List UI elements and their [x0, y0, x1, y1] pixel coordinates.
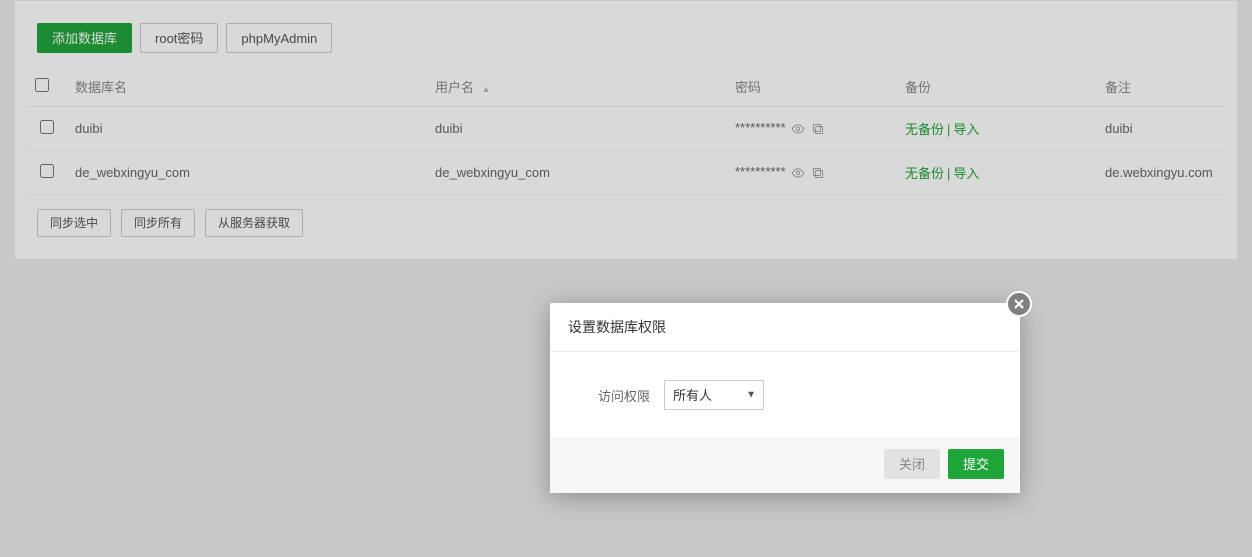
close-icon[interactable]: [1006, 291, 1032, 317]
access-permission-select[interactable]: 所有人: [664, 380, 764, 410]
access-permission-label: 访问权限: [574, 386, 664, 405]
dialog-title: 设置数据库权限: [550, 303, 1020, 352]
permission-dialog: 设置数据库权限 访问权限 所有人 ▼ 关闭 提交: [550, 303, 1020, 493]
dialog-submit-button[interactable]: 提交: [948, 449, 1004, 479]
dialog-close-button[interactable]: 关闭: [884, 449, 940, 479]
